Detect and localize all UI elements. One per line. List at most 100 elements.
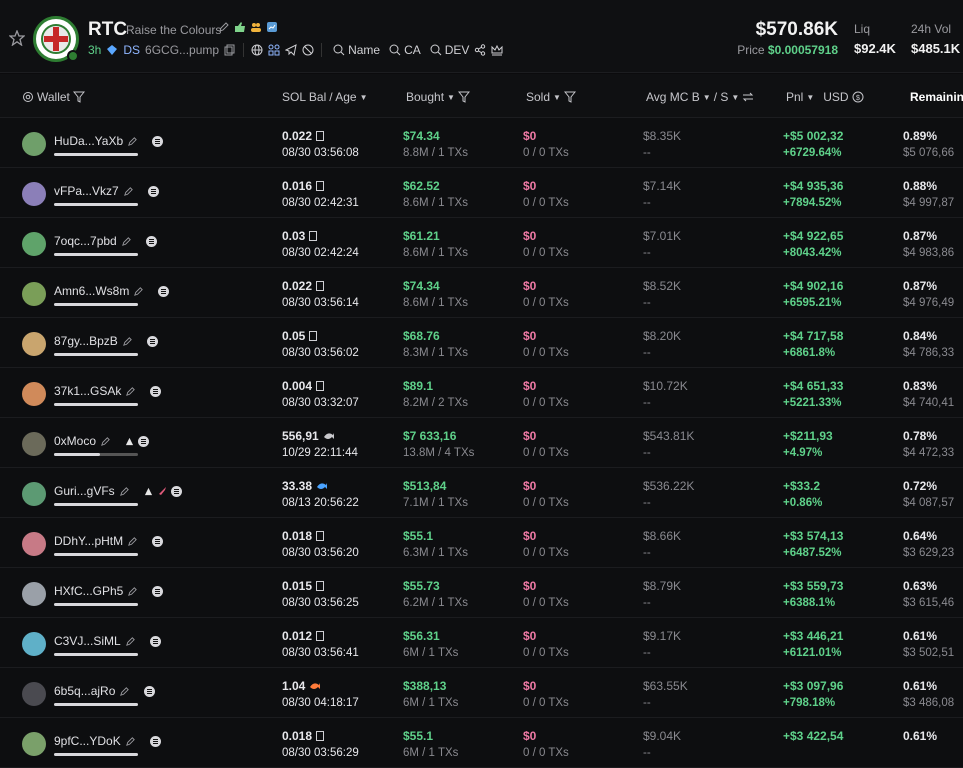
avatar[interactable] xyxy=(22,432,46,456)
wallet-cell[interactable]: 6b5q...ajRo xyxy=(54,684,156,698)
share-icon[interactable] xyxy=(474,44,486,56)
edit-icon[interactable] xyxy=(133,286,144,297)
crown-icon[interactable] xyxy=(491,44,503,56)
wallet-address[interactable]: 37k1...GSAk xyxy=(54,384,121,398)
gear-icon[interactable] xyxy=(22,91,34,103)
wallet-tag-icon[interactable] xyxy=(146,335,158,347)
swap-icon[interactable] xyxy=(742,91,754,103)
avatar[interactable] xyxy=(22,582,46,606)
table-row[interactable]: DDhY...pHtM 0.018 08/30 03:56:20 $55.1 6.3M … xyxy=(0,518,963,568)
edit-icon[interactable] xyxy=(218,21,230,33)
wallet-tag-icon[interactable] xyxy=(150,385,162,397)
wallet-tag-icon[interactable] xyxy=(152,135,164,147)
table-row[interactable]: HXfC...GPh5 0.015 08/30 03:56:25 $55.73 6.2M… xyxy=(0,568,963,618)
wallet-tag-icon[interactable] xyxy=(149,735,161,747)
wallet-tag-icon[interactable] xyxy=(149,635,161,647)
table-row[interactable]: 6b5q...ajRo 1.04 08/30 04:18:17 $388,13 6M /… xyxy=(0,668,963,718)
no-x-icon[interactable] xyxy=(302,44,314,56)
wallet-address[interactable]: 9pfC...YDoK xyxy=(54,734,121,748)
star-icon[interactable] xyxy=(9,30,25,46)
column-avg-mc[interactable]: Avg MC B ▼ / S ▼ xyxy=(646,90,754,104)
wallet-cell[interactable]: C3VJ...SiML xyxy=(54,634,161,648)
edit-icon[interactable] xyxy=(119,686,130,697)
table-row[interactable]: 7oqc...7pbd 0.03 08/30 02:42:24 $61.21 8.6M … xyxy=(0,218,963,268)
table-row[interactable]: 9pfC...YDoK 0.018 08/30 03:56:29 $55.1 6M / … xyxy=(0,718,963,768)
wallet-address[interactable]: HXfC...GPh5 xyxy=(54,584,123,598)
avatar[interactable] xyxy=(22,682,46,706)
edit-icon[interactable] xyxy=(122,336,133,347)
wallet-cell[interactable]: 37k1...GSAk xyxy=(54,384,162,398)
table-row[interactable]: Amn6...Ws8m 0.022 08/30 03:56:14 $74.34 8.6M… xyxy=(0,268,963,318)
edit-icon[interactable] xyxy=(123,186,134,197)
avatar[interactable] xyxy=(22,232,46,256)
copy-icon[interactable] xyxy=(224,44,236,56)
filter-icon[interactable] xyxy=(457,91,470,103)
wallet-cell[interactable]: HXfC...GPh5 xyxy=(54,584,164,598)
wallet-cell[interactable]: DDhY...pHtM xyxy=(54,534,164,548)
wallet-tag-icon[interactable] xyxy=(145,235,157,247)
wallet-cell[interactable]: HuDa...YaXb xyxy=(54,134,164,148)
wallet-address[interactable]: C3VJ...SiML xyxy=(54,634,121,648)
avatar[interactable] xyxy=(22,632,46,656)
edit-icon[interactable] xyxy=(125,636,136,647)
edit-icon[interactable] xyxy=(100,436,111,447)
wallet-cell[interactable]: 7oqc...7pbd xyxy=(54,234,157,248)
table-row[interactable]: 87gy...BpzB 0.05 08/30 03:56:02 $68.76 8.3M … xyxy=(0,318,963,368)
table-row[interactable]: HuDa...YaXb 0.022 08/30 03:56:08 $74.34 8.8M… xyxy=(0,118,963,168)
ds-label[interactable]: DS xyxy=(123,43,140,57)
wallet-address[interactable]: vFPa...Vkz7 xyxy=(54,184,119,198)
wallet-cell[interactable]: Amn6...Ws8m xyxy=(54,284,170,298)
currency-toggle-icon[interactable]: $ xyxy=(852,91,864,103)
wallet-tag-icon[interactable] xyxy=(144,685,156,697)
column-sol-bal[interactable]: SOL Bal / Age ▼ xyxy=(282,90,368,104)
holders-icon[interactable] xyxy=(268,44,280,56)
column-pnl[interactable]: Pnl ▼ USD $ xyxy=(786,90,864,104)
avatar[interactable] xyxy=(22,182,46,206)
wallet-tag-icon[interactable] xyxy=(147,185,159,197)
avatar[interactable] xyxy=(22,532,46,556)
wallet-cell[interactable]: Guri...gVFs xyxy=(54,484,182,498)
filter-icon[interactable] xyxy=(72,91,85,103)
wallet-address[interactable]: HuDa...YaXb xyxy=(54,134,123,148)
wallet-address[interactable]: Amn6...Ws8m xyxy=(54,284,129,298)
search-name-link[interactable]: Name xyxy=(333,43,380,57)
column-bought[interactable]: Bought ▼ xyxy=(406,90,470,104)
search-dev-link[interactable]: DEV xyxy=(430,43,469,57)
column-remaining[interactable]: Remaining xyxy=(910,90,963,104)
table-row[interactable]: Guri...gVFs 33.38 08/13 20:56:22 $513,84 7.1… xyxy=(0,468,963,518)
edit-icon[interactable] xyxy=(119,486,130,497)
edit-icon[interactable] xyxy=(127,586,138,597)
wallet-address[interactable]: 7oqc...7pbd xyxy=(54,234,117,248)
column-wallet[interactable]: Wallet xyxy=(22,90,85,104)
wallet-address[interactable]: 6b5q...ajRo xyxy=(54,684,115,698)
column-sold[interactable]: Sold ▼ xyxy=(526,90,576,104)
wallet-tag-icon[interactable] xyxy=(152,535,164,547)
edit-icon[interactable] xyxy=(127,136,138,147)
filter-icon[interactable] xyxy=(563,91,576,103)
wallet-address[interactable]: Guri...gVFs xyxy=(54,484,115,498)
wallet-tag-icon[interactable] xyxy=(152,585,164,597)
avatar[interactable] xyxy=(22,482,46,506)
wallet-address[interactable]: 0xMoco xyxy=(54,434,96,448)
table-row[interactable]: C3VJ...SiML 0.012 08/30 03:56:41 $56.31 6M /… xyxy=(0,618,963,668)
table-row[interactable]: 0xMoco 556,91 10/29 22:11:44 $7 633,16 13.8M… xyxy=(0,418,963,468)
wallet-address[interactable]: DDhY...pHtM xyxy=(54,534,123,548)
wallet-tag-icon[interactable] xyxy=(138,435,150,447)
avatar[interactable] xyxy=(22,282,46,306)
avatar[interactable] xyxy=(22,332,46,356)
edit-icon[interactable] xyxy=(121,236,132,247)
wallet-cell[interactable]: 9pfC...YDoK xyxy=(54,734,161,748)
globe-icon[interactable] xyxy=(251,44,263,56)
wallet-address[interactable]: 87gy...BpzB xyxy=(54,334,118,348)
table-row[interactable]: 37k1...GSAk 0.004 08/30 03:32:07 $89.1 8.2M … xyxy=(0,368,963,418)
avatar[interactable] xyxy=(22,382,46,406)
wallet-tag-icon[interactable] xyxy=(158,285,170,297)
edit-icon[interactable] xyxy=(125,386,136,397)
wallet-cell[interactable]: 87gy...BpzB xyxy=(54,334,158,348)
avatar[interactable] xyxy=(22,132,46,156)
table-row[interactable]: vFPa...Vkz7 0.016 08/30 02:42:31 $62.52 8.6M… xyxy=(0,168,963,218)
telegram-icon[interactable] xyxy=(285,44,297,56)
edit-icon[interactable] xyxy=(127,536,138,547)
avatar[interactable] xyxy=(22,732,46,756)
wallet-cell[interactable]: vFPa...Vkz7 xyxy=(54,184,159,198)
